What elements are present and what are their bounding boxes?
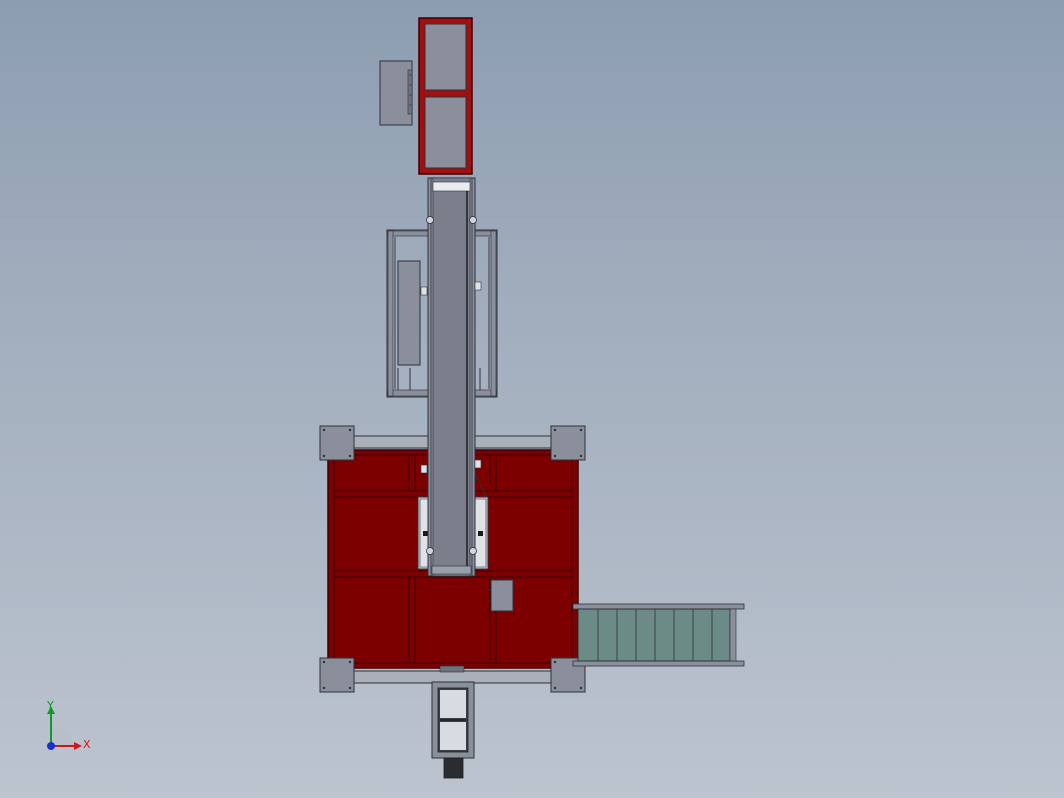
elevator-column (427, 177, 476, 577)
cad-viewport[interactable]: Y X (0, 0, 1064, 798)
top-side-motor-box (379, 60, 413, 126)
coordinate-triad-icon (47, 706, 82, 750)
top-red-frame-unit (418, 17, 473, 175)
base-control-box (488, 579, 514, 612)
bottom-drive-motor (431, 665, 475, 779)
triad-y-label: Y (46, 699, 54, 712)
outfeed-conveyor (572, 603, 745, 667)
triad-x-label: X (83, 738, 91, 751)
